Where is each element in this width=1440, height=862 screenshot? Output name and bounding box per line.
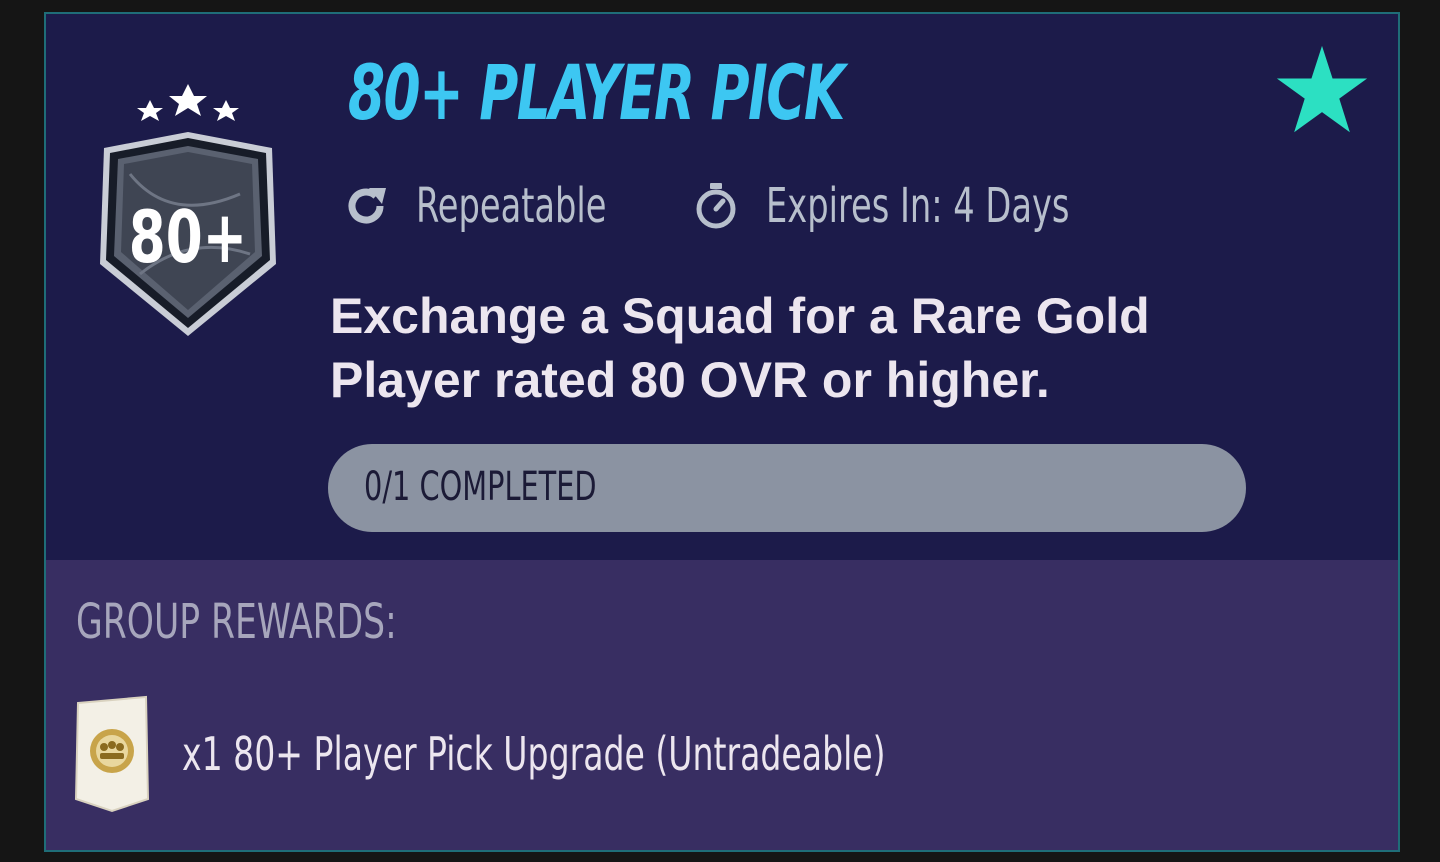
expiry-label: Expires In: 4 Days <box>766 178 1070 234</box>
challenge-description: Exchange a Squad for a Rare Gold Player … <box>330 288 1150 408</box>
badge-text: 80+ <box>129 195 247 279</box>
expiry-info: Expires In: 4 Days <box>692 176 1155 236</box>
repeatable-label: Repeatable <box>416 178 607 234</box>
repeatable-info: Repeatable <box>342 176 660 236</box>
progress-bar: 0/1 COMPLETED <box>328 444 1246 532</box>
challenge-header: 80+ 80+ PLAYER PICK Repeatable Expires I… <box>46 14 1398 560</box>
reward-item: x1 80+ Player Pick Upgrade (Untradeable) <box>72 694 1062 814</box>
challenge-title: 80+ PLAYER PICK <box>348 48 845 137</box>
stopwatch-icon <box>696 183 736 229</box>
progress-label: 0/1 COMPLETED <box>364 464 597 510</box>
reward-text: x1 80+ Player Pick Upgrade (Untradeable) <box>182 727 886 781</box>
pack-icon <box>74 695 150 813</box>
group-rewards-label: GROUP REWARDS: <box>76 594 397 650</box>
badge-icon: 80+ <box>100 84 276 336</box>
star-icon[interactable] <box>1274 42 1370 138</box>
challenge-card[interactable]: 80+ 80+ PLAYER PICK Repeatable Expires I… <box>44 12 1400 852</box>
repeat-icon <box>348 188 386 224</box>
